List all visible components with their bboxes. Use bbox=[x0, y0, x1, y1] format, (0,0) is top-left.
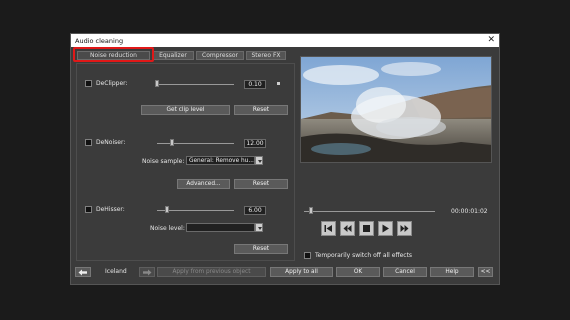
next-object-button[interactable] bbox=[139, 267, 155, 277]
clip-indicator-icon bbox=[277, 82, 280, 85]
timecode: 00:00:01:02 bbox=[451, 208, 488, 215]
rewind-icon[interactable] bbox=[340, 221, 355, 236]
stop-icon[interactable] bbox=[359, 221, 374, 236]
timeline-handle[interactable] bbox=[308, 207, 313, 214]
denoiser-label: DeNoiser: bbox=[96, 139, 126, 146]
chevron-down-icon[interactable] bbox=[255, 156, 263, 165]
declipper-slider-handle[interactable] bbox=[155, 80, 159, 87]
preview-image bbox=[301, 57, 491, 162]
skip-to-start-icon[interactable] bbox=[321, 221, 336, 236]
declipper-checkbox[interactable] bbox=[85, 80, 92, 87]
apply-to-all-button[interactable]: Apply to all bbox=[270, 267, 333, 277]
cancel-button[interactable]: Cancel bbox=[383, 267, 427, 277]
video-preview bbox=[300, 56, 492, 163]
noise-sample-select[interactable]: General: Remove hu... bbox=[186, 156, 255, 165]
dehisser-checkbox[interactable] bbox=[85, 206, 92, 213]
declipper-value-field[interactable]: 0.10 bbox=[244, 80, 266, 89]
declipper-reset-button[interactable]: Reset bbox=[234, 105, 288, 115]
dehisser-value-field[interactable]: 6.00 bbox=[244, 206, 266, 215]
audio-cleaning-dialog: Audio cleaning ✕ Noise reduction Equaliz… bbox=[70, 33, 500, 285]
declipper-slider-track[interactable] bbox=[157, 84, 234, 85]
denoiser-reset-button[interactable]: Reset bbox=[234, 179, 288, 189]
object-name: Iceland bbox=[105, 268, 127, 275]
fast-forward-icon[interactable] bbox=[397, 221, 412, 236]
tab-equalizer[interactable]: Equalizer bbox=[152, 51, 194, 60]
close-icon[interactable]: ✕ bbox=[487, 35, 495, 45]
chevron-down-icon[interactable] bbox=[255, 223, 263, 232]
apply-from-previous-button[interactable]: Apply from previous object bbox=[157, 267, 266, 277]
tab-stereo-fx[interactable]: Stereo FX bbox=[246, 51, 286, 60]
denoiser-slider-handle[interactable] bbox=[170, 139, 175, 146]
title-bar: Audio cleaning ✕ bbox=[71, 34, 499, 47]
dehisser-slider-handle[interactable] bbox=[165, 206, 169, 213]
noise-level-select[interactable] bbox=[186, 223, 255, 232]
dehisser-label: DeHisser: bbox=[96, 206, 125, 213]
denoiser-checkbox[interactable] bbox=[85, 139, 92, 146]
denoiser-slider-track[interactable] bbox=[157, 143, 234, 144]
play-icon[interactable] bbox=[378, 221, 393, 236]
advanced-button[interactable]: Advanced... bbox=[177, 179, 230, 189]
ok-button[interactable]: OK bbox=[336, 267, 380, 277]
dehisser-reset-button[interactable]: Reset bbox=[234, 244, 288, 254]
collapse-button[interactable]: << bbox=[478, 267, 493, 277]
noise-level-label: Noise level: bbox=[150, 225, 185, 232]
timeline-track[interactable] bbox=[304, 211, 435, 212]
bypass-label: Temporarily switch off all effects bbox=[315, 252, 413, 259]
window-title: Audio cleaning bbox=[75, 37, 124, 45]
noise-sample-label: Noise sample: bbox=[142, 158, 185, 165]
declipper-label: DeClipper: bbox=[96, 80, 128, 87]
previous-object-button[interactable] bbox=[75, 267, 91, 277]
get-clip-level-button[interactable]: Get clip level bbox=[141, 105, 230, 115]
bypass-checkbox[interactable] bbox=[304, 252, 311, 259]
highlight-frame bbox=[73, 47, 154, 62]
tab-compressor[interactable]: Compressor bbox=[196, 51, 244, 60]
help-button[interactable]: Help bbox=[430, 267, 474, 277]
denoiser-value-field[interactable]: 12.00 bbox=[244, 139, 266, 148]
